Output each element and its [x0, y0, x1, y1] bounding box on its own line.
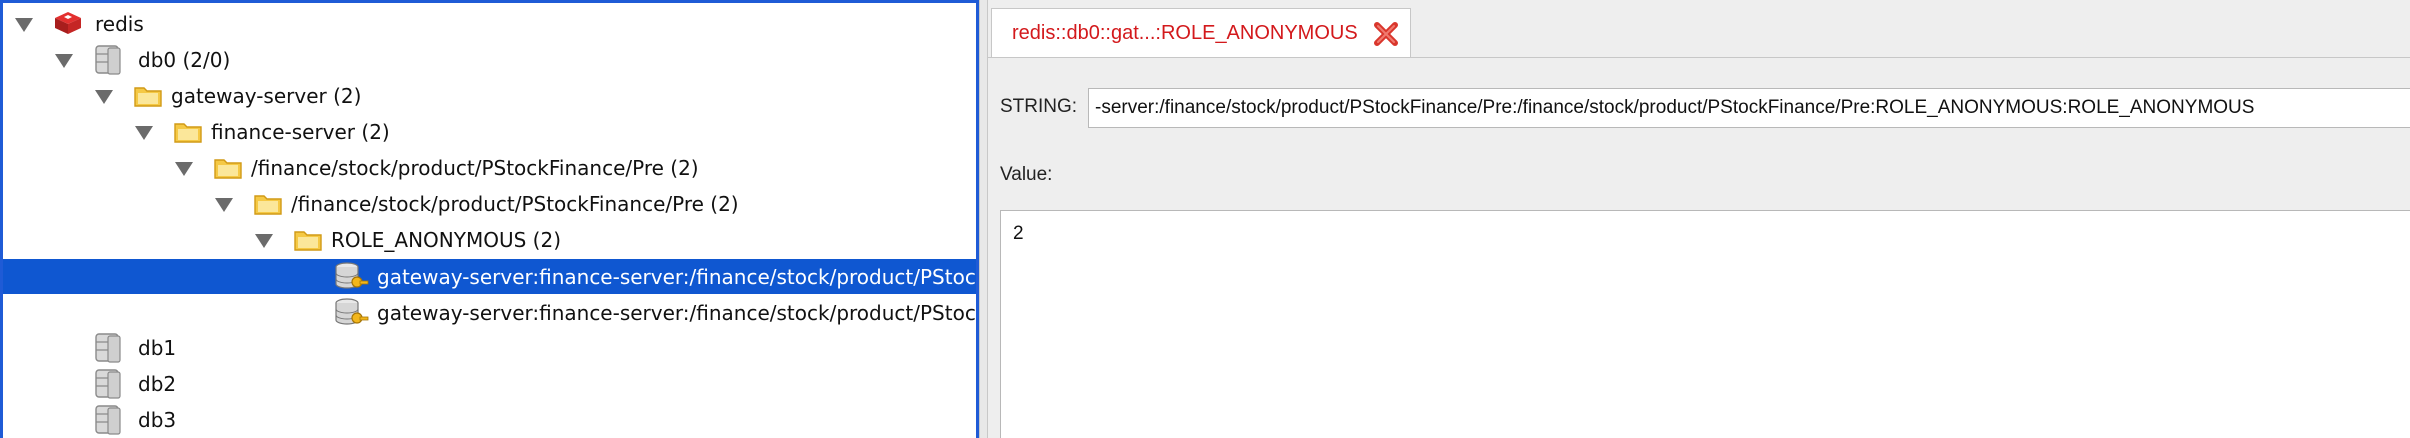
tree-node-label: redis [95, 12, 144, 36]
database-icon [93, 404, 123, 438]
folder-icon [293, 227, 323, 258]
folder-icon [133, 83, 163, 114]
split-divider[interactable] [979, 0, 988, 438]
tree-node-label: finance-server (2) [211, 120, 390, 144]
tree-node-key[interactable]: gateway-server:finance-server:/finance/s… [3, 295, 976, 330]
key-icon [333, 261, 369, 298]
expand-arrow-icon[interactable] [55, 54, 73, 68]
tree-node-db2[interactable]: db2 [3, 367, 976, 402]
tree-node-label: db3 [138, 408, 177, 432]
folder-icon [173, 119, 203, 150]
expand-arrow-icon[interactable] [215, 198, 233, 212]
tree-node-label: db0 (2/0) [138, 48, 231, 72]
tab-title: redis::db0::gat...:ROLE_ANONYMOUS [1012, 22, 1358, 44]
expand-arrow-icon[interactable] [175, 162, 193, 176]
value-textarea[interactable]: 2 [1000, 210, 2410, 438]
tree-node-finance-server[interactable]: finance-server (2) [3, 115, 976, 150]
type-label: STRING: [1000, 96, 1078, 117]
tree-node-path-2[interactable]: /finance/stock/product/PStockFinance/Pre… [3, 187, 976, 222]
tab-underline [988, 57, 2410, 58]
tree-node-label: db2 [138, 372, 177, 396]
tree-node-db3[interactable]: db3 [3, 403, 976, 438]
editor-panel: redis::db0::gat...:ROLE_ANONYMOUS STRING… [988, 0, 2410, 438]
expand-arrow-icon[interactable] [15, 18, 33, 32]
expand-arrow-icon[interactable] [255, 234, 273, 248]
tree-node-key-selected[interactable]: gateway-server:finance-server:/finance/s… [3, 259, 976, 294]
tree-node-label: gateway-server (2) [171, 84, 362, 108]
tree-node-label: gateway-server:finance-server:/finance/s… [377, 301, 979, 325]
folder-icon [213, 155, 243, 186]
tree-node-redis[interactable]: redis [3, 7, 976, 42]
tree-panel[interactable]: redis db0 (2/0) gateway-server (2) finan… [0, 0, 979, 438]
folder-icon [253, 191, 283, 222]
redis-logo-icon [53, 10, 83, 43]
tree-node-gateway-server[interactable]: gateway-server (2) [3, 79, 976, 114]
tree-node-label: db1 [138, 336, 177, 360]
key-icon [333, 297, 369, 334]
tree-node-label: gateway-server:finance-server:/finance/s… [377, 265, 976, 289]
value-label: Value: [1000, 164, 1053, 185]
tree-node-label: ROLE_ANONYMOUS (2) [331, 228, 561, 252]
tree-node-db1[interactable]: db1 [3, 331, 976, 366]
tab-key-editor[interactable]: redis::db0::gat...:ROLE_ANONYMOUS [991, 8, 1411, 58]
tree-node-label: /finance/stock/product/PStockFinance/Pre… [251, 156, 699, 180]
close-icon[interactable] [1372, 20, 1400, 48]
key-name-field[interactable]: -server:/finance/stock/product/PStockFin… [1088, 88, 2410, 128]
database-icon [93, 368, 123, 405]
value-text: 2 [1013, 223, 1024, 244]
tree-node-db0[interactable]: db0 (2/0) [3, 43, 976, 78]
tree-node-role-anonymous[interactable]: ROLE_ANONYMOUS (2) [3, 223, 976, 258]
database-icon [93, 332, 123, 369]
database-icon [93, 44, 123, 81]
expand-arrow-icon[interactable] [95, 90, 113, 104]
tree-node-label: /finance/stock/product/PStockFinance/Pre… [291, 192, 739, 216]
tree-node-path-1[interactable]: /finance/stock/product/PStockFinance/Pre… [3, 151, 976, 186]
expand-arrow-icon[interactable] [135, 126, 153, 140]
